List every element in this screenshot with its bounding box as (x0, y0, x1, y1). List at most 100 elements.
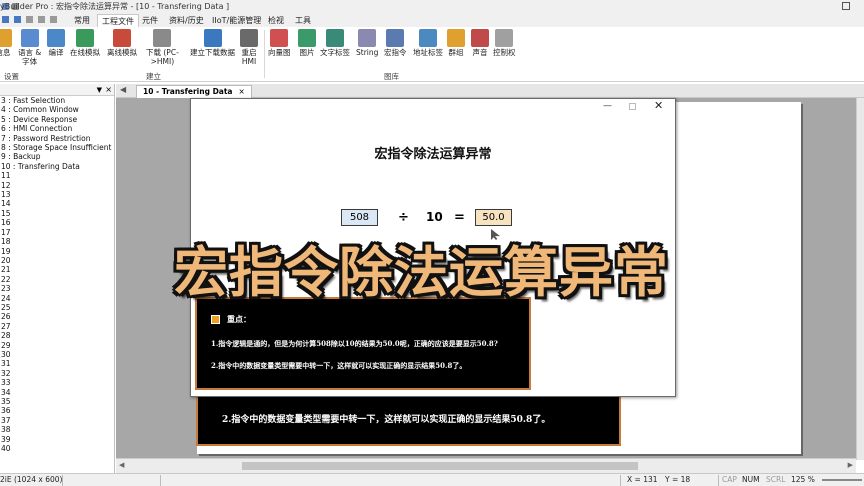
window-list-item[interactable]: 38 (0, 425, 114, 434)
language-font-button[interactable]: 语言 & 字体 (18, 29, 41, 66)
redo-icon[interactable] (38, 16, 45, 23)
window-list-item[interactable]: 7 : Password Restriction (0, 134, 114, 143)
string-button[interactable]: String (356, 29, 378, 57)
zoom-slider[interactable] (822, 479, 862, 481)
divisor-value: 10 (426, 210, 443, 224)
scroll-thumb[interactable] (242, 462, 638, 470)
online-sim-button[interactable]: 在线模拟 (70, 29, 100, 57)
maximize-icon[interactable] (842, 2, 850, 10)
tab-common[interactable]: 常用 (70, 14, 94, 27)
tab-scroll-left-icon[interactable]: ◀ (120, 85, 126, 94)
window-list-item[interactable]: 28 (0, 331, 114, 340)
chevron-down-icon[interactable]: ▼ (97, 86, 102, 94)
window-list-item[interactable]: 25 (0, 303, 114, 312)
build-download-data-button[interactable]: 建立下载数据 (190, 29, 235, 57)
window-list-item[interactable]: 20 (0, 256, 114, 265)
close-icon[interactable]: × (105, 85, 112, 94)
tab-project-file[interactable]: 工程文件 (97, 14, 139, 27)
window-list-item[interactable]: 22 (0, 275, 114, 284)
window-list-item[interactable]: 27 (0, 322, 114, 331)
window-list-item[interactable]: 17 (0, 228, 114, 237)
maximize-icon[interactable] (629, 103, 636, 110)
simulator-title-bar[interactable]: — ✕ (191, 99, 675, 115)
info-button[interactable]: 信息 (0, 29, 12, 57)
tab-tools[interactable]: 工具 (291, 14, 315, 27)
window-list-item[interactable]: 12 (0, 181, 114, 190)
lock-icon (495, 29, 514, 47)
window-list-item[interactable]: 32 (0, 369, 114, 378)
text-label-button[interactable]: 文字标签 (320, 29, 350, 57)
macro-icon (386, 29, 405, 47)
close-tab-icon[interactable]: × (239, 87, 245, 96)
window-list-item[interactable]: 31 (0, 359, 114, 368)
note-panel: 重点： 1.指令逻辑是通的，但是为何计算508除以10的结果为50.0呢，正确的… (195, 297, 531, 390)
window-list-item[interactable]: 19 (0, 247, 114, 256)
tab-transfering-data[interactable]: 10 - Transfering Data × (136, 85, 252, 98)
note-bullet-icon (211, 315, 220, 324)
scroll-left-icon[interactable]: ◀ (119, 461, 124, 469)
note-back-line: 2.指令中的数据变量类型需要中转一下，这样就可以实现正确的显示结果50.8了。 (222, 415, 551, 425)
undo-icon[interactable] (26, 16, 33, 23)
window-list-item[interactable]: 10 : Transfering Data (0, 162, 114, 171)
window-list-item[interactable]: 11 (0, 171, 114, 180)
window-list-item[interactable]: 8 : Storage Space Insufficient (0, 143, 114, 152)
tab-data-history[interactable]: 资料/历史 (165, 14, 208, 27)
picture-icon (298, 29, 316, 47)
horizontal-scrollbar[interactable]: ◀ ▶ (116, 458, 856, 473)
status-zoom[interactable]: 125 % (791, 474, 815, 486)
control-button[interactable]: 控制权 (493, 29, 516, 57)
scroll-right-icon[interactable]: ▶ (848, 461, 853, 469)
minimize-icon[interactable]: — (603, 101, 612, 111)
window-list-item[interactable]: 36 (0, 406, 114, 415)
dividend-input[interactable]: 508 (341, 209, 378, 226)
tab-view[interactable]: 检视 (264, 14, 288, 27)
window-list-item[interactable]: 21 (0, 265, 114, 274)
save-all-icon[interactable] (14, 16, 21, 23)
compile-icon (47, 29, 65, 47)
vertical-scrollbar[interactable] (856, 98, 864, 460)
dropdown-icon[interactable] (50, 16, 57, 23)
window-list-item[interactable]: 30 (0, 350, 114, 359)
close-icon[interactable]: ✕ (654, 99, 663, 112)
window-list-item[interactable]: 15 (0, 209, 114, 218)
window-list-item[interactable]: 24 (0, 294, 114, 303)
window-list-item[interactable]: 29 (0, 341, 114, 350)
restart-hmi-button[interactable]: 重启 HMI (240, 29, 258, 66)
address-label-button[interactable]: 地址标签 (413, 29, 443, 57)
group-separator (264, 30, 265, 78)
window-list-item[interactable]: 13 (0, 190, 114, 199)
window-list-item[interactable]: 9 : Backup (0, 152, 114, 161)
window-list-item[interactable]: 34 (0, 388, 114, 397)
window-list-item[interactable]: 4 : Common Window (0, 105, 114, 114)
window-list-item[interactable]: 35 (0, 397, 114, 406)
status-separator (620, 475, 621, 486)
window-list-item[interactable]: 14 (0, 199, 114, 208)
status-model: 2iE (1024 x 600) (0, 475, 63, 484)
group-label-settings: 设置 (4, 72, 19, 81)
window-list-item[interactable]: 39 (0, 435, 114, 444)
compile-button[interactable]: 编译 (47, 29, 65, 57)
window-list-item[interactable]: 23 (0, 284, 114, 293)
save-icon[interactable] (2, 16, 9, 23)
tab-objects[interactable]: 元件 (138, 14, 162, 27)
window-list-item[interactable]: 37 (0, 416, 114, 425)
window-list-item[interactable]: 5 : Device Response (0, 115, 114, 124)
simulator-heading: 宏指令除法运算异常 (374, 147, 492, 162)
window-list-item[interactable]: 33 (0, 378, 114, 387)
address-label-icon (419, 29, 437, 47)
window-list-item[interactable]: 3 : Fast Selection (0, 96, 114, 105)
offline-sim-button[interactable]: 离线模拟 (107, 29, 137, 57)
window-list-item[interactable]: 6 : HMI Connection (0, 124, 114, 133)
window-list-item[interactable]: 40 (0, 444, 114, 453)
group-button[interactable]: 群组 (447, 29, 465, 57)
macro-button[interactable]: 宏指令 (384, 29, 407, 57)
window-list-item[interactable]: 26 (0, 312, 114, 321)
download-button[interactable]: 下载 (PC- >HMI) (146, 29, 179, 66)
vector-button[interactable]: 向量图 (268, 29, 291, 57)
title-bar: yBuilder Pro : 宏指令除法运算异常 - [10 - Transfe… (0, 0, 864, 13)
picture-button[interactable]: 图片 (298, 29, 316, 57)
window-list-item[interactable]: 16 (0, 218, 114, 227)
sound-button[interactable]: 声音 (471, 29, 489, 57)
tab-iiot-energy[interactable]: IIoT/能源管理 (208, 14, 265, 27)
window-list-item[interactable]: 18 (0, 237, 114, 246)
